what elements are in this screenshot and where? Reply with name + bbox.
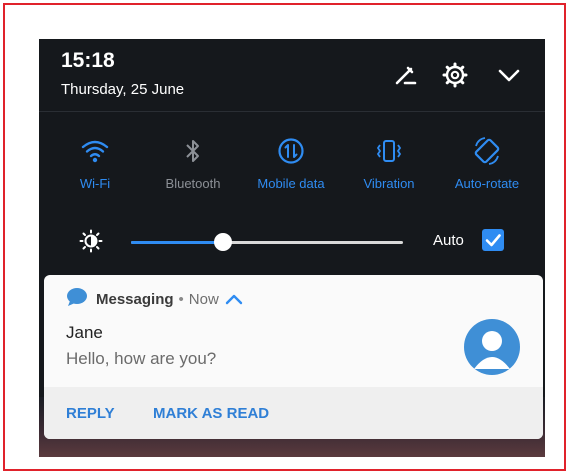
checkmark-icon bbox=[485, 234, 501, 247]
mobile-data-icon bbox=[241, 133, 341, 169]
mark-as-read-button[interactable]: MARK AS READ bbox=[153, 405, 269, 422]
toggle-wifi[interactable]: Wi-Fi bbox=[45, 133, 145, 191]
toggle-auto-rotate[interactable]: Auto-rotate bbox=[437, 133, 537, 191]
toggle-mobile-data[interactable]: Mobile data bbox=[241, 133, 341, 191]
auto-brightness-checkbox[interactable] bbox=[482, 229, 504, 251]
toggle-label: Wi-Fi bbox=[79, 176, 111, 191]
quick-settings-row: Wi-Fi Bluetooth Mobile data Vibration Au… bbox=[39, 133, 545, 203]
notification-app-name: Messaging bbox=[96, 290, 174, 308]
settings-gear-icon[interactable] bbox=[441, 61, 469, 89]
screenshot-frame: 15:18 Thursday, 25 June Wi-Fi Bluetooth … bbox=[3, 3, 566, 471]
wifi-icon bbox=[45, 133, 145, 169]
notification-separator: • bbox=[178, 290, 184, 308]
status-date: Thursday, 25 June bbox=[61, 81, 185, 98]
brightness-slider-thumb[interactable] bbox=[214, 233, 233, 251]
toggle-label: Vibration bbox=[363, 176, 415, 191]
brightness-slider-fill bbox=[131, 241, 224, 244]
brightness-row: Auto bbox=[39, 229, 545, 259]
notification-shade: 15:18 Thursday, 25 June Wi-Fi Bluetooth … bbox=[39, 39, 545, 457]
edit-icon[interactable] bbox=[391, 61, 419, 89]
auto-rotate-icon bbox=[437, 133, 537, 169]
toggle-bluetooth[interactable]: Bluetooth bbox=[143, 133, 243, 191]
reply-button[interactable]: REPLY bbox=[66, 405, 115, 422]
toggle-label: Mobile data bbox=[257, 176, 325, 191]
notification-sender: Jane bbox=[66, 323, 103, 342]
bluetooth-icon bbox=[143, 133, 243, 169]
chevron-up-icon[interactable] bbox=[225, 292, 243, 306]
message-notification[interactable]: Messaging • Now Jane Hello, how are you?… bbox=[44, 275, 543, 439]
auto-brightness-label: Auto bbox=[433, 232, 464, 249]
notification-header: Messaging • Now bbox=[66, 287, 243, 311]
chevron-down-icon[interactable] bbox=[495, 61, 523, 89]
notification-time: Now bbox=[188, 290, 219, 308]
brightness-slider[interactable] bbox=[131, 233, 403, 251]
status-time: 15:18 bbox=[61, 49, 115, 72]
notification-message: Hello, how are you? bbox=[66, 349, 217, 368]
toggle-label: Auto-rotate bbox=[454, 176, 520, 191]
header-divider bbox=[39, 111, 545, 112]
brightness-icon bbox=[79, 229, 103, 253]
message-bubble-icon bbox=[66, 287, 88, 311]
vibration-icon bbox=[339, 133, 439, 169]
contact-avatar-icon bbox=[464, 319, 520, 375]
notification-actions: REPLY MARK AS READ bbox=[44, 387, 543, 439]
toggle-vibration[interactable]: Vibration bbox=[339, 133, 439, 191]
toggle-label: Bluetooth bbox=[165, 176, 221, 191]
